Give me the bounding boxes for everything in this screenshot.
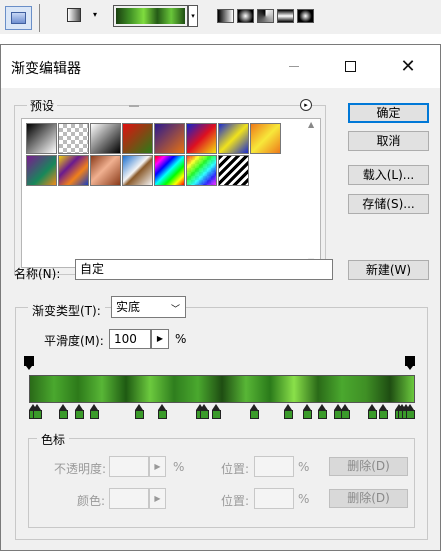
- gradient-tool-icon[interactable]: [5, 6, 32, 30]
- maximize-icon: [345, 61, 356, 72]
- gradient-preset-picker-icon[interactable]: [67, 8, 81, 22]
- tool-options-bar: ▾ ▾: [0, 0, 441, 34]
- color-stop[interactable]: [283, 404, 294, 421]
- diamond-gradient-icon[interactable]: [297, 9, 314, 23]
- preset-size-slider[interactable]: [129, 105, 139, 107]
- presets-label: 预设: [27, 97, 58, 114]
- minimize-icon: [289, 66, 299, 67]
- chevron-down-icon[interactable]: ﹀: [171, 302, 180, 315]
- dialog-title: 渐变编辑器: [11, 61, 81, 77]
- preset-swatch-violet-orange[interactable]: [154, 123, 185, 154]
- preset-scrollbar[interactable]: ▲ ▼: [306, 119, 320, 267]
- preset-swatch-yellow-violet-orange-blue[interactable]: [58, 155, 89, 186]
- cancel-button[interactable]: 取消: [348, 131, 429, 151]
- preset-swatch-transparent-rainbow[interactable]: [186, 155, 217, 186]
- gradient-bar[interactable]: [29, 375, 415, 403]
- smoothness-label: 平滑度(M):: [44, 334, 104, 348]
- smoothness-input[interactable]: 100: [109, 329, 151, 349]
- color-stop[interactable]: [58, 404, 69, 421]
- radial-gradient-icon[interactable]: [237, 9, 254, 23]
- close-icon: ✕: [400, 56, 416, 77]
- color-stop[interactable]: [89, 404, 100, 421]
- opacity-location-unit: %: [298, 460, 310, 474]
- gradient-type-label: 渐变类型(T):: [28, 302, 105, 319]
- opacity-input: [109, 456, 149, 477]
- save-button[interactable]: 存储(S)...: [348, 194, 429, 214]
- color-stop[interactable]: [249, 404, 260, 421]
- close-button[interactable]: ✕: [385, 45, 431, 88]
- chevron-down-icon[interactable]: ▾: [88, 8, 102, 22]
- name-input[interactable]: 自定: [75, 259, 333, 280]
- angle-gradient-icon[interactable]: [257, 9, 274, 23]
- gradient-preview[interactable]: [113, 5, 188, 27]
- opacity-stop-left[interactable]: [24, 356, 34, 371]
- scroll-up-icon[interactable]: ▲: [308, 120, 314, 129]
- smoothness-unit: %: [175, 332, 187, 346]
- linear-gradient-icon[interactable]: [217, 9, 234, 23]
- ok-button[interactable]: 确定: [348, 103, 429, 123]
- color-stop[interactable]: [199, 404, 210, 421]
- color-location-input: [254, 488, 294, 509]
- opacity-label: 不透明度:: [54, 462, 107, 476]
- color-stop[interactable]: [134, 404, 145, 421]
- preset-swatch-transparent-stripes[interactable]: [218, 155, 249, 186]
- preset-swatch-black-white[interactable]: [26, 123, 57, 154]
- color-location-unit: %: [298, 492, 310, 506]
- preset-swatch-list: [21, 118, 321, 268]
- preset-swatch-orange-yellow-orange[interactable]: [250, 123, 281, 154]
- delete-color-stop-button: 删除(D): [329, 489, 408, 508]
- color-stop[interactable]: [211, 404, 222, 421]
- color-stop[interactable]: [367, 404, 378, 421]
- name-label: 名称(N):: [14, 267, 61, 281]
- preset-menu-icon[interactable]: ▸: [300, 99, 312, 111]
- gradient-picker-chevron-icon[interactable]: ▾: [188, 5, 198, 27]
- color-stop[interactable]: [74, 404, 85, 421]
- color-label: 颜色:: [77, 494, 106, 508]
- opacity-stepper-icon: ▶: [149, 456, 166, 477]
- color-stop[interactable]: [317, 404, 328, 421]
- color-location-label: 位置:: [221, 494, 250, 508]
- preset-swatch-violet-green-orange[interactable]: [26, 155, 57, 186]
- delete-opacity-stop-button: 删除(D): [329, 457, 408, 476]
- color-stop[interactable]: [340, 404, 351, 421]
- new-button[interactable]: 新建(W): [348, 260, 429, 280]
- preset-swatch-spectrum[interactable]: [154, 155, 185, 186]
- color-stops-label: 色标: [37, 431, 70, 448]
- opacity-unit: %: [173, 460, 185, 474]
- preset-swatch-chrome[interactable]: [122, 155, 153, 186]
- load-button[interactable]: 载入(L)...: [348, 165, 429, 185]
- opacity-stop-right[interactable]: [405, 356, 415, 371]
- color-stop[interactable]: [302, 404, 313, 421]
- color-swatch: [109, 488, 149, 509]
- preset-swatch-blue-red-yellow[interactable]: [186, 123, 217, 154]
- color-stops-group: [28, 438, 415, 528]
- color-stop[interactable]: [157, 404, 168, 421]
- reflected-gradient-icon[interactable]: [277, 9, 294, 23]
- color-stop[interactable]: [32, 404, 43, 421]
- smoothness-slider-toggle-icon[interactable]: ▶: [151, 329, 169, 349]
- gradient-editor-dialog: 渐变编辑器 ✕ 预设 ▸ ▲ ▼ 确定 取消 载入(L)... 存储(S)...…: [0, 44, 441, 551]
- preset-swatch-blue-yellow-blue[interactable]: [218, 123, 249, 154]
- minimize-button[interactable]: [271, 45, 317, 88]
- toolbar-divider: [39, 4, 40, 32]
- title-bar: 渐变编辑器 ✕: [1, 45, 440, 88]
- color-stepper-icon: ▶: [149, 488, 166, 509]
- preset-swatch-checker-transparent[interactable]: [58, 123, 89, 154]
- color-stop[interactable]: [405, 404, 416, 421]
- preset-swatch-black-white-2[interactable]: [90, 123, 121, 154]
- opacity-location-input: [254, 456, 294, 477]
- opacity-location-label: 位置:: [221, 462, 250, 476]
- color-stop[interactable]: [378, 404, 389, 421]
- maximize-button[interactable]: [327, 45, 373, 88]
- preset-swatch-copper[interactable]: [90, 155, 121, 186]
- gradient-preview-bar: [116, 8, 185, 24]
- preset-swatch-red-green[interactable]: [122, 123, 153, 154]
